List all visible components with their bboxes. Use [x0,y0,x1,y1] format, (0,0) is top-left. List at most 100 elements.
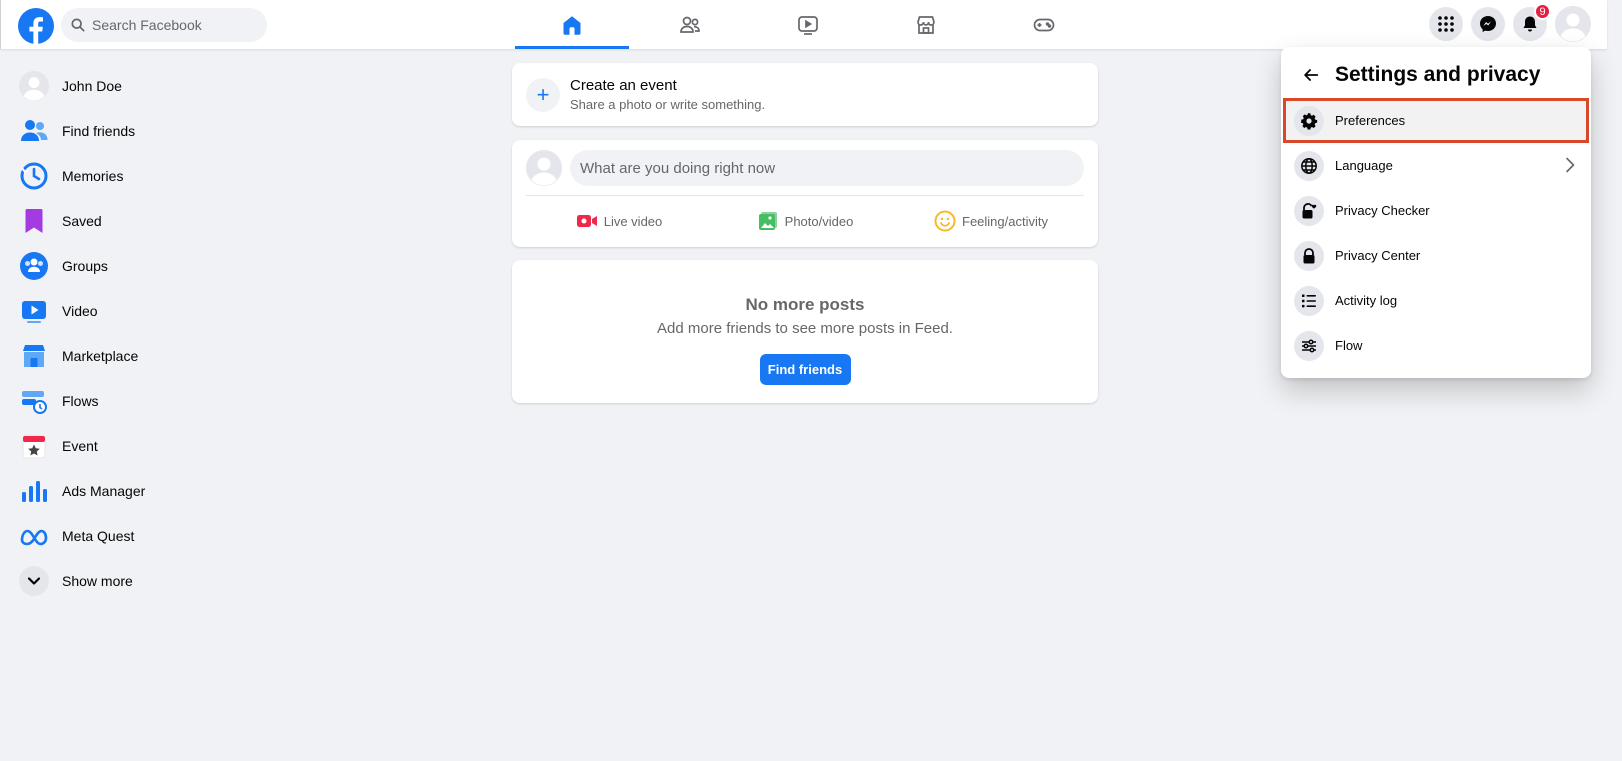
sidebar-item-saved[interactable]: Saved [16,198,276,243]
post-composer: What are you doing right now Live video … [512,140,1098,247]
sidebar-item-profile[interactable]: John Doe [16,63,276,108]
search-icon [71,18,85,32]
feed-end-title: No more posts [745,295,865,314]
photo-icon [758,212,777,230]
tab-watch[interactable] [749,0,867,49]
chevron-down-icon [18,565,50,597]
menu-item-activity-log[interactable]: Activity log [1281,278,1591,323]
groups-icon [18,250,50,282]
sidebar-item-label: Saved [62,212,102,229]
menu-item-label: Privacy Center [1335,248,1421,263]
home-icon [563,15,581,35]
marketplace-icon [18,340,50,372]
flows-icon [18,385,50,417]
menu-item-preferences[interactable]: Preferences [1283,98,1589,143]
create-event-title: Create an event [570,77,677,94]
sidebar-item-label: Video [62,302,98,319]
sidebar-item-label: Flows [62,392,99,409]
main-nav-tabs [513,0,1103,49]
live-video-icon [576,215,597,227]
meta-quest-icon [18,520,50,552]
sidebar-item-label: Meta Quest [62,527,135,544]
feeling-activity-button[interactable]: Feeling/activity [898,202,1084,240]
marketplace-icon [917,15,935,34]
globe-icon [1294,150,1324,181]
menu-item-label: Activity log [1335,293,1398,308]
avatar-icon [1555,6,1591,42]
menu-item-label: Flow [1335,338,1363,353]
search-bar[interactable] [61,8,267,42]
tab-friends[interactable] [631,0,749,49]
sliders-icon [1294,330,1324,361]
tab-marketplace[interactable] [867,0,985,49]
menu-item-privacy-center[interactable]: Privacy Center [1281,233,1591,278]
notifications-button[interactable]: 9 [1513,3,1551,41]
feed-end-card: No more posts Add more friends to see mo… [512,260,1098,403]
sidebar-item-flows[interactable]: Flows [16,378,276,423]
feed-end-subtitle: Add more friends to see more posts in Fe… [657,320,953,337]
lock-icon [1294,240,1324,271]
menu-item-language[interactable]: Language [1281,143,1591,188]
tab-home[interactable] [513,0,631,49]
gaming-icon [1033,18,1055,31]
live-video-button[interactable]: Live video [526,202,712,240]
lock-heart-icon [1294,195,1324,226]
settings-privacy-menu: Settings and privacy Preferences Languag… [1281,47,1591,378]
divider [526,195,1084,196]
sidebar-item-label: Ads Manager [62,482,146,499]
grid-menu-icon [1438,16,1454,32]
status-input[interactable]: What are you doing right now [570,150,1084,186]
live-video-label: Live video [603,213,663,229]
plus-icon: + [526,77,560,112]
menu-button[interactable] [1429,7,1463,41]
notification-count-badge: 9 [1534,3,1551,20]
sidebar-item-groups[interactable]: Groups [16,243,276,288]
smiley-icon [934,210,956,232]
watch-icon [798,15,818,35]
messenger-icon [1480,16,1496,32]
photo-video-button[interactable]: Photo/video [712,202,898,240]
messenger-button[interactable] [1471,7,1505,41]
friends-icon [680,16,700,33]
saved-icon [18,205,50,237]
topbar-right-actions: 9 [1429,3,1591,42]
create-event-subtitle: Share a photo or write something. [570,97,766,112]
chevron-right-icon [1566,157,1575,173]
gear-icon [1294,105,1324,136]
photo-video-label: Photo/video [784,213,854,229]
sidebar-item-marketplace[interactable]: Marketplace [16,333,276,378]
tab-gaming[interactable] [985,0,1103,49]
sidebar-item-label: Event [62,437,98,454]
sidebar-item-ads-manager[interactable]: Ads Manager [16,468,276,513]
search-input[interactable] [92,17,252,33]
video-icon [18,295,50,327]
facebook-logo-icon[interactable] [18,8,54,44]
sidebar-item-label: Show more [62,572,133,589]
back-button[interactable] [1299,63,1323,87]
feeling-activity-label: Feeling/activity [962,213,1048,229]
menu-title: Settings and privacy [1335,63,1541,86]
memories-icon [18,160,50,192]
account-avatar-button[interactable] [1555,6,1591,42]
menu-item-label: Language [1335,158,1393,173]
sidebar-item-label: Find friends [62,122,136,139]
menu-item-flow[interactable]: Flow [1281,323,1591,368]
list-icon [1294,285,1324,316]
ads-manager-icon [18,475,50,507]
sidebar-item-meta-quest[interactable]: Meta Quest [16,513,276,558]
friends-icon [18,115,50,147]
sidebar-item-label: Marketplace [62,347,139,364]
sidebar-item-memories[interactable]: Memories [16,153,276,198]
arrow-left-icon [1304,69,1319,81]
sidebar-item-find-friends[interactable]: Find friends [16,108,276,153]
find-friends-button[interactable]: Find friends [759,354,851,385]
sidebar-item-label: Memories [62,167,124,184]
create-event-card[interactable]: + Create an event Share a photo or write… [512,63,1098,126]
avatar[interactable] [526,150,562,186]
sidebar-item-event[interactable]: Event [16,423,276,468]
menu-item-privacy-checker[interactable]: Privacy Checker [1281,188,1591,233]
sidebar-item-label: Groups [62,257,108,274]
sidebar-item-video[interactable]: Video [16,288,276,333]
sidebar-item-show-more[interactable]: Show more [16,558,276,603]
event-icon [18,430,50,462]
